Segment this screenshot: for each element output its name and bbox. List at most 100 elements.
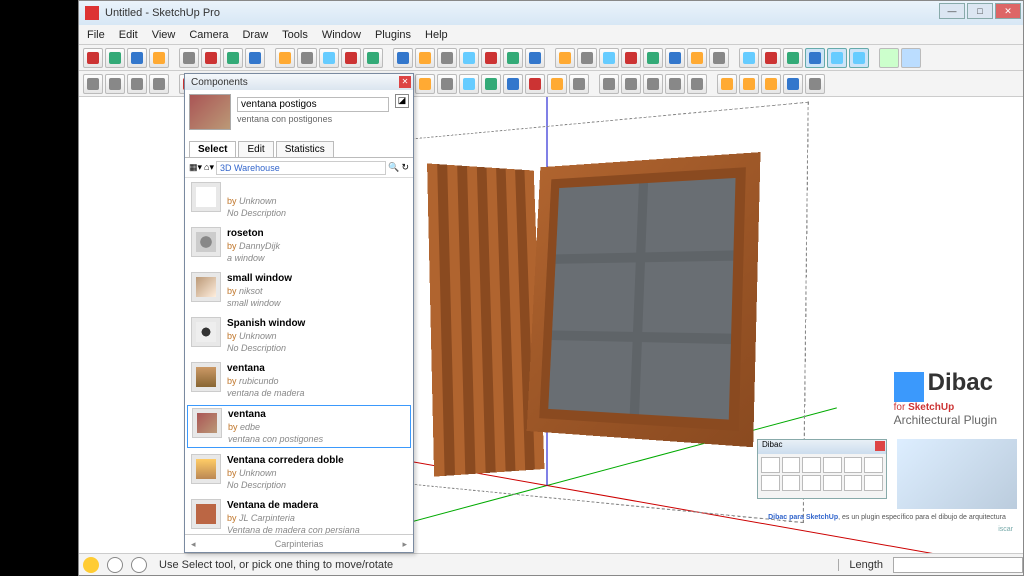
tool-button[interactable] <box>783 48 803 68</box>
component-list[interactable]: by Unknown No Description roseton by Dan… <box>185 178 413 534</box>
tool-button[interactable] <box>201 48 221 68</box>
menu-plugins[interactable]: Plugins <box>375 29 411 41</box>
menu-draw[interactable]: Draw <box>242 29 268 41</box>
tool-button[interactable] <box>297 48 317 68</box>
list-item[interactable]: Ventana de madera by JL Carpinteria Vent… <box>185 495 413 534</box>
tool-button[interactable] <box>83 48 103 68</box>
list-item[interactable]: small window by niksot small window <box>185 268 413 313</box>
tool-button[interactable] <box>83 74 103 94</box>
tool-button[interactable] <box>459 74 479 94</box>
tool-button[interactable] <box>127 74 147 94</box>
menu-view[interactable]: View <box>152 29 176 41</box>
tool-button[interactable] <box>149 74 169 94</box>
tool-button[interactable] <box>437 48 457 68</box>
status-icon[interactable] <box>107 557 123 573</box>
tab-select[interactable]: Select <box>189 141 236 157</box>
tool-button[interactable] <box>481 74 501 94</box>
list-item[interactable]: roseton by DannyDijk a window <box>185 223 413 268</box>
list-item[interactable]: Ventana corredera doble by Unknown No De… <box>185 450 413 495</box>
status-icon[interactable] <box>83 557 99 573</box>
tool-button[interactable] <box>363 48 383 68</box>
tool-button[interactable] <box>577 48 597 68</box>
menu-window[interactable]: Window <box>322 29 361 41</box>
status-icon[interactable] <box>131 557 147 573</box>
tool-button[interactable] <box>599 48 619 68</box>
tool-button[interactable] <box>761 48 781 68</box>
tab-edit[interactable]: Edit <box>238 141 273 157</box>
tool-button[interactable] <box>879 48 899 68</box>
tool-button[interactable] <box>687 48 707 68</box>
minimize-button[interactable]: — <box>939 3 965 19</box>
tool-button[interactable] <box>901 48 921 68</box>
tool-button[interactable] <box>105 74 125 94</box>
tool-button[interactable] <box>665 48 685 68</box>
titlebar[interactable]: Untitled - SketchUp Pro — □ ✕ <box>79 1 1023 25</box>
components-panel[interactable]: Components ✕ ventana con postigones ◪ Se… <box>184 73 414 553</box>
tool-button[interactable] <box>127 48 147 68</box>
tool-button[interactable] <box>805 48 825 68</box>
tool-button[interactable] <box>341 48 361 68</box>
search-icon[interactable]: 🔍 <box>388 162 399 173</box>
panel-close-button[interactable]: ✕ <box>399 76 411 88</box>
tool-button[interactable] <box>665 74 685 94</box>
home-icon[interactable]: ⌂▾ <box>204 162 214 173</box>
tool-button[interactable] <box>643 48 663 68</box>
tool-button[interactable] <box>547 74 567 94</box>
search-source[interactable]: 3D Warehouse <box>216 161 386 175</box>
list-item[interactable]: by Unknown No Description <box>185 178 413 223</box>
list-item[interactable]: Spanish window by Unknown No Description <box>185 313 413 358</box>
maximize-button[interactable]: □ <box>967 3 993 19</box>
tool-button[interactable] <box>621 48 641 68</box>
menubar[interactable]: File Edit View Camera Draw Tools Window … <box>79 25 1023 45</box>
tool-button[interactable] <box>805 74 825 94</box>
detail-toggle-button[interactable]: ◪ <box>395 94 409 108</box>
menu-tools[interactable]: Tools <box>282 29 308 41</box>
nav-icon[interactable]: ↻ <box>401 162 409 173</box>
tool-button[interactable] <box>149 48 169 68</box>
panel-footer[interactable]: Carpinterias <box>185 534 413 552</box>
tool-button[interactable] <box>105 48 125 68</box>
length-input[interactable] <box>893 557 1023 573</box>
menu-edit[interactable]: Edit <box>119 29 138 41</box>
tool-button[interactable] <box>223 48 243 68</box>
list-item[interactable]: ventana by rubicundo ventana de madera <box>185 358 413 403</box>
tool-button[interactable] <box>179 48 199 68</box>
tool-button[interactable] <box>415 48 435 68</box>
tool-button[interactable] <box>739 48 759 68</box>
close-button[interactable]: ✕ <box>995 3 1021 19</box>
component-name-field[interactable] <box>237 97 389 112</box>
list-item[interactable]: ventana by edbe ventana con postigones <box>187 405 411 448</box>
tool-button[interactable] <box>717 74 737 94</box>
tool-button[interactable] <box>687 74 707 94</box>
tool-button[interactable] <box>437 74 457 94</box>
tool-button[interactable] <box>503 48 523 68</box>
window-model[interactable] <box>359 117 799 497</box>
view-mode-icon[interactable]: ▦▾ <box>189 162 202 173</box>
menu-camera[interactable]: Camera <box>189 29 228 41</box>
tool-button[interactable] <box>827 48 847 68</box>
tool-button[interactable] <box>599 74 619 94</box>
tool-button[interactable] <box>621 74 641 94</box>
tool-button[interactable] <box>245 48 265 68</box>
tab-statistics[interactable]: Statistics <box>276 141 334 157</box>
tool-button[interactable] <box>415 74 435 94</box>
menu-file[interactable]: File <box>87 29 105 41</box>
tool-button[interactable] <box>275 48 295 68</box>
tool-button[interactable] <box>709 48 729 68</box>
tool-button[interactable] <box>525 48 545 68</box>
tool-button[interactable] <box>503 74 523 94</box>
tool-button[interactable] <box>849 48 869 68</box>
menu-help[interactable]: Help <box>425 29 448 41</box>
tool-button[interactable] <box>569 74 589 94</box>
tool-button[interactable] <box>319 48 339 68</box>
tool-button[interactable] <box>761 74 781 94</box>
tool-button[interactable] <box>481 48 501 68</box>
tool-button[interactable] <box>643 74 663 94</box>
tool-button[interactable] <box>555 48 575 68</box>
tool-button[interactable] <box>739 74 759 94</box>
tool-button[interactable] <box>459 48 479 68</box>
tool-button[interactable] <box>393 48 413 68</box>
tool-button[interactable] <box>783 74 803 94</box>
panel-header[interactable]: Components ✕ <box>185 74 413 90</box>
tool-button[interactable] <box>525 74 545 94</box>
